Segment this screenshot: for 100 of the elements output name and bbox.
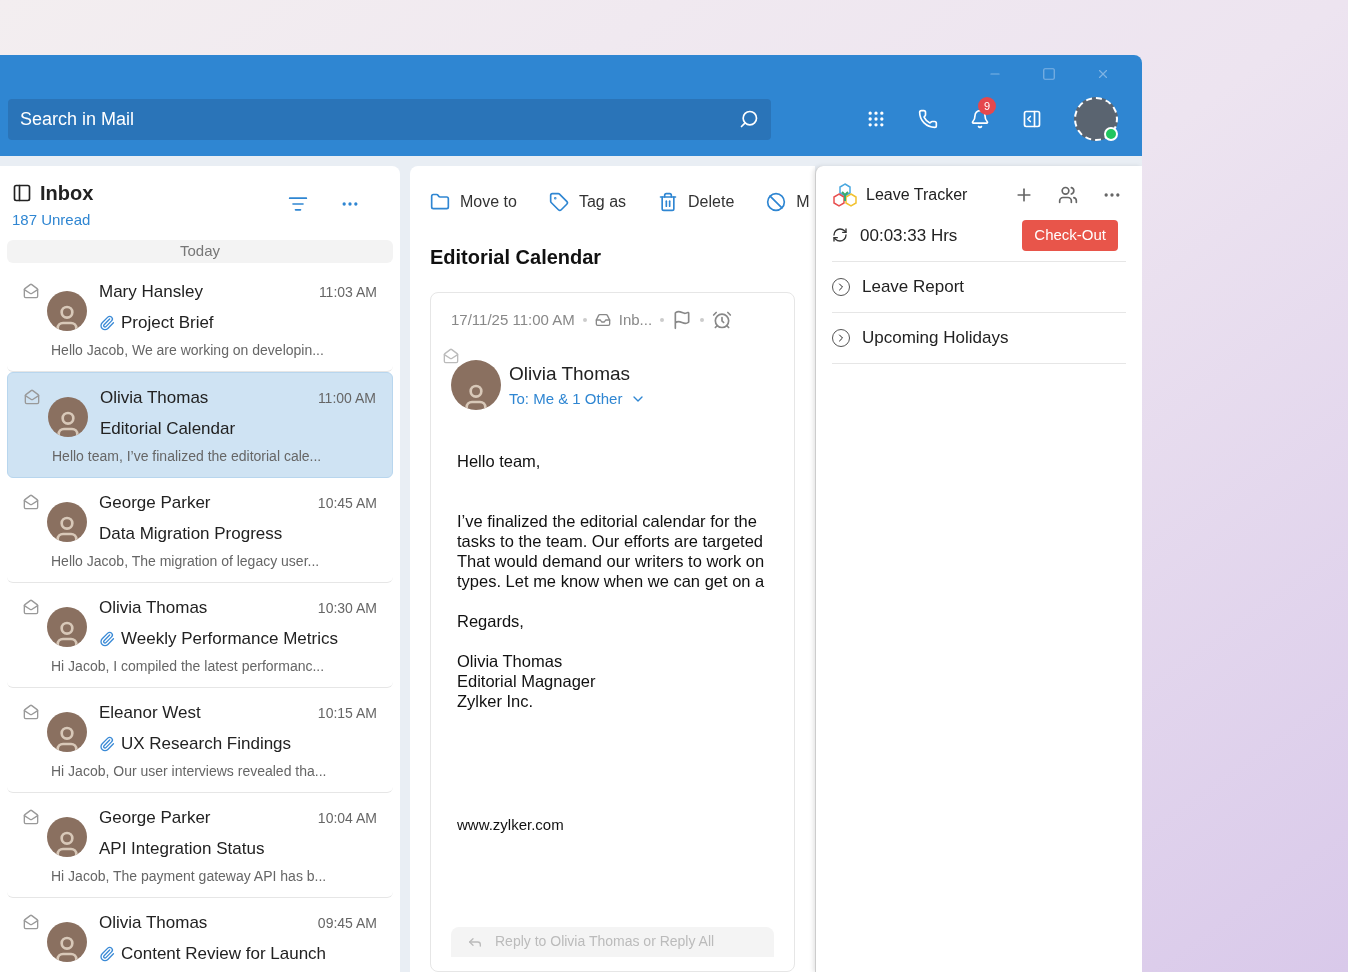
- section-header[interactable]: Upcoming Holidays: [832, 312, 1126, 364]
- message-item[interactable]: Olivia Thomas 11:00 AM Editorial Calendar Hello team, I’ve finalized the editorial cale...: [7, 371, 393, 478]
- notifications-icon[interactable]: [970, 109, 990, 129]
- paperclip-icon: [99, 735, 115, 752]
- avatar: [47, 711, 87, 752]
- leave-tracker-logo: [832, 182, 858, 208]
- message-item[interactable]: George Parker 10:45 AM Data Migration Progress Hello Jacob, The migration of legacy user...: [7, 477, 393, 583]
- signature-line: Editorial Magnager: [457, 670, 597, 691]
- email-body-line: I’ve finalized the editorial calendar for the: [457, 510, 758, 531]
- toolbar-button[interactable]: M: [766, 190, 810, 214]
- sender-name: Mary Hansley: [99, 280, 203, 303]
- refresh-icon[interactable]: [832, 227, 848, 244]
- email-body-line: types. Let me know when we can get on a: [457, 570, 766, 591]
- notification-badge: 9: [978, 97, 996, 115]
- sender-name: Eleanor West: [99, 701, 201, 724]
- toolbar-button[interactable]: Delete: [658, 190, 735, 214]
- message-preview: Hello Jacob, The migration of legacy user...: [51, 551, 321, 571]
- message-subject: Weekly Performance Metrics: [121, 628, 338, 650]
- delete-icon: [658, 192, 679, 212]
- read-mail-icon: [23, 913, 39, 930]
- message-subject: Editorial Calendar: [100, 418, 236, 440]
- tag-icon: [548, 192, 569, 212]
- paperclip-icon: [99, 945, 115, 962]
- avatar: [47, 501, 87, 542]
- read-mail-icon: [24, 388, 40, 405]
- user-avatar[interactable]: [1074, 97, 1118, 141]
- message-time: 11:03 AM: [318, 282, 377, 302]
- website-link[interactable]: www.zylker.com: [457, 814, 774, 835]
- message-item[interactable]: Mary Hansley 11:03 AM Project Brief Hello Jacob, We are working on developin...: [7, 266, 393, 372]
- message-preview: Hi Jacob, I compiled the latest performanc...: [51, 656, 326, 676]
- read-mail-icon: [23, 598, 39, 615]
- reminder-icon[interactable]: [712, 310, 733, 331]
- section-header[interactable]: Leave Report: [832, 261, 1126, 313]
- email-greeting: Hello team,: [457, 450, 542, 471]
- message-time: 09:45 AM: [317, 913, 377, 933]
- people-icon[interactable]: [1058, 185, 1078, 205]
- message-subject: Data Migration Progress: [99, 523, 283, 545]
- signature-line: Zylker Inc.: [457, 690, 535, 711]
- toolbar-button[interactable]: Tag as: [548, 190, 627, 214]
- search-field[interactable]: Search in Mail: [8, 98, 771, 140]
- message-time: 10:30 AM: [317, 598, 377, 618]
- panel-title: Leave Tracker: [866, 185, 968, 205]
- folder-label: Inb...: [618, 310, 653, 330]
- sender-name: Olivia Thomas: [509, 361, 632, 386]
- avatar: [47, 816, 87, 857]
- read-mail-icon: [443, 347, 459, 364]
- search-icon[interactable]: [739, 109, 759, 129]
- message-time: 10:15 AM: [317, 703, 377, 723]
- toolbar-button[interactable]: Move to: [430, 190, 517, 214]
- inbox-icon: [594, 312, 611, 329]
- check-out-button[interactable]: Check-Out: [1022, 220, 1118, 251]
- message-subject: UX Research Findings: [121, 733, 292, 755]
- avatar: [47, 921, 87, 962]
- sender-name: George Parker: [99, 491, 211, 514]
- message-preview: Hello Jacob, We are working on developin...: [51, 340, 325, 360]
- collapse-panel-icon[interactable]: [12, 183, 32, 203]
- message-item[interactable]: Olivia Thomas 09:45 AM Content Review for Launch: [7, 897, 393, 972]
- work-timer: 00:03:33 Hrs: [860, 224, 958, 247]
- message-item[interactable]: Eleanor West 10:15 AM UX Research Findings Hi Jacob, Our user interviews revealed tha...: [7, 687, 393, 793]
- block-icon: [766, 192, 787, 212]
- message-preview: Hi Jacob, The payment gateway API has b...: [51, 866, 328, 886]
- sender-name: George Parker: [99, 806, 211, 829]
- side-panel-icon[interactable]: [1022, 109, 1042, 129]
- paperclip-icon: [99, 314, 115, 331]
- read-mail-icon: [23, 808, 39, 825]
- recipients-link[interactable]: To: Me & 1 Other: [509, 388, 623, 411]
- message-preview: Hi Jacob, Our user interviews revealed tha...: [51, 761, 328, 781]
- avatar: [47, 290, 87, 331]
- message-time: 10:45 AM: [317, 493, 377, 513]
- sender-name: Olivia Thomas: [99, 596, 208, 619]
- message-time: 10:04 AM: [317, 808, 377, 828]
- read-mail-icon: [23, 282, 39, 299]
- dialpad-icon[interactable]: [866, 109, 886, 129]
- sender-name: Olivia Thomas: [99, 911, 208, 934]
- paperclip-icon: [99, 630, 115, 647]
- read-mail-icon: [23, 493, 39, 510]
- unread-count[interactable]: 187 Unread: [12, 211, 91, 228]
- move-icon: [430, 192, 450, 212]
- sender-name: Olivia Thomas: [100, 386, 209, 409]
- message-item[interactable]: George Parker 10:04 AM API Integration Status Hi Jacob, The payment gateway API has b...: [7, 792, 393, 898]
- filter-icon[interactable]: [288, 194, 308, 214]
- flag-icon[interactable]: [672, 310, 693, 331]
- email-body-line: tasks to the team. Our efforts are targeted: [457, 530, 764, 551]
- avatar: [47, 606, 87, 647]
- search-input[interactable]: Search in Mail: [20, 105, 739, 133]
- message-subject: API Integration Status: [99, 838, 265, 860]
- read-mail-icon: [23, 703, 39, 720]
- email-closing: Regards,: [457, 610, 525, 631]
- avatar: [48, 396, 88, 437]
- message-item[interactable]: Olivia Thomas 10:30 AM Weekly Performance Metrics Hi Jacob, I compiled the latest performanc...: [7, 582, 393, 688]
- message-time: 11:00 AM: [317, 388, 376, 408]
- email-subject: Editorial Calendar: [430, 245, 603, 270]
- inbox-title: Inbox: [40, 181, 94, 206]
- message-subject: Project Brief: [121, 312, 214, 334]
- signature-line: Olivia Thomas: [457, 650, 564, 671]
- phone-icon[interactable]: [918, 109, 938, 129]
- email-body-line: That would demand our writers to work on: [457, 550, 766, 571]
- message-preview: Hello team, I’ve finalized the editorial cale...: [52, 446, 323, 466]
- date-group-header: Today: [7, 240, 393, 263]
- avatar: [451, 360, 501, 410]
